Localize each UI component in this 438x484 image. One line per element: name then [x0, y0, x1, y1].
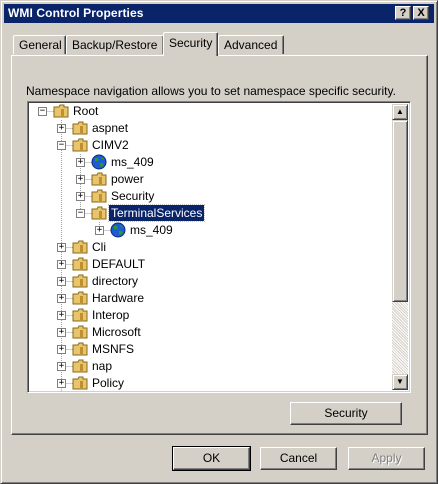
tree-node-label: Root: [73, 104, 99, 118]
tree-node[interactable]: + aspnet: [28, 120, 394, 137]
tree-node[interactable]: + power: [28, 171, 394, 188]
folder-icon: [90, 188, 108, 204]
tree-node[interactable]: + MSNFS: [28, 341, 394, 358]
folder-icon: [90, 171, 108, 187]
expand-toggle-icon[interactable]: +: [57, 294, 66, 303]
expand-toggle-icon[interactable]: +: [95, 226, 104, 235]
expand-toggle-icon[interactable]: +: [57, 328, 66, 337]
security-tab-panel: Namespace navigation allows you to set n…: [11, 55, 428, 435]
tree-node-label-selected: TerminalServices: [107, 204, 206, 222]
dialog-window: WMI Control Properties ? X General Backu…: [0, 0, 438, 484]
tree-node-label: ms_409: [111, 155, 154, 169]
globe-icon: [90, 154, 108, 170]
tree-node-label: DEFAULT: [92, 257, 146, 271]
tree-node[interactable]: + Security: [28, 188, 394, 205]
folder-icon: [90, 205, 108, 221]
expand-toggle-icon[interactable]: +: [76, 158, 85, 167]
security-button[interactable]: Security: [290, 402, 402, 425]
scroll-thumb[interactable]: [392, 120, 408, 302]
expand-toggle-icon[interactable]: +: [76, 192, 85, 201]
tab-security-label: Security: [169, 36, 213, 50]
tree-node[interactable]: + DEFAULT: [28, 256, 394, 273]
tab-general[interactable]: General: [13, 35, 66, 54]
tree-node-label: Cli: [92, 240, 106, 254]
tree-node[interactable]: + Interop: [28, 307, 394, 324]
tree-node[interactable]: + Hardware: [28, 290, 394, 307]
folder-icon: [71, 324, 89, 340]
tab-advanced-label: Advanced: [224, 38, 278, 52]
tree-node[interactable]: − TerminalServices: [28, 204, 394, 222]
folder-icon: [71, 307, 89, 323]
tab-general-label: General: [19, 38, 62, 52]
tree-node[interactable]: + Microsoft: [28, 324, 394, 341]
folder-icon: [71, 341, 89, 357]
folder-icon: [71, 273, 89, 289]
collapse-toggle-icon[interactable]: −: [38, 107, 47, 116]
tab-security[interactable]: Security: [163, 32, 218, 56]
expand-toggle-icon[interactable]: +: [76, 175, 85, 184]
folder-icon: [71, 290, 89, 306]
folder-icon: [71, 256, 89, 272]
tree-node-label: nap: [92, 359, 113, 373]
tree-node-label: Policy: [92, 376, 125, 390]
collapse-toggle-icon[interactable]: −: [76, 209, 85, 218]
tree-node[interactable]: − CIMV2: [28, 137, 394, 154]
tab-backup-restore[interactable]: Backup/Restore: [66, 35, 164, 54]
apply-button: Apply: [348, 447, 425, 470]
tree-node-label: directory: [92, 274, 139, 288]
expand-toggle-icon[interactable]: +: [57, 243, 66, 252]
folder-icon: [71, 375, 89, 391]
globe-icon: [109, 222, 127, 238]
vertical-scrollbar[interactable]: ▲ ▼: [392, 104, 408, 390]
tree-node-label: Hardware: [92, 291, 145, 305]
window-title: WMI Control Properties: [8, 6, 144, 20]
tab-backup-restore-label: Backup/Restore: [72, 38, 158, 52]
folder-icon: [71, 120, 89, 136]
expand-toggle-icon[interactable]: +: [57, 345, 66, 354]
expand-toggle-icon[interactable]: +: [57, 260, 66, 269]
title-bar[interactable]: WMI Control Properties ? X: [4, 4, 434, 23]
close-button[interactable]: X: [413, 6, 429, 20]
tab-advanced[interactable]: Advanced: [218, 35, 284, 54]
tree-node[interactable]: + Cli: [28, 239, 394, 256]
scroll-up-button[interactable]: ▲: [392, 104, 408, 120]
tree-node-label: aspnet: [92, 121, 129, 135]
tree-node[interactable]: + Policy: [28, 375, 394, 392]
tree-node-label: MSNFS: [92, 342, 134, 356]
help-button[interactable]: ?: [395, 6, 411, 20]
tree-node[interactable]: + directory: [28, 273, 394, 290]
expand-toggle-icon[interactable]: +: [57, 362, 66, 371]
folder-icon: [71, 239, 89, 255]
tree-node-label: power: [111, 172, 144, 186]
tree-node-label: Interop: [92, 308, 130, 322]
folder-icon: [71, 358, 89, 374]
tree-node-label: ms_409: [130, 223, 173, 237]
tree-node-label: Security: [111, 189, 155, 203]
cancel-button[interactable]: Cancel: [260, 447, 337, 470]
namespace-tree[interactable]: − Root + aspnet − CIMV2 + ms_409 + power + Security…: [27, 101, 411, 393]
expand-toggle-icon[interactable]: +: [57, 311, 66, 320]
tree-node[interactable]: − Root: [28, 103, 394, 120]
tree-node[interactable]: + ms_409: [28, 154, 394, 171]
down-arrow-icon: ▼: [396, 377, 404, 386]
scroll-down-button[interactable]: ▼: [392, 374, 408, 390]
expand-toggle-icon[interactable]: +: [57, 124, 66, 133]
tree-node-label: Microsoft: [92, 325, 141, 339]
expand-toggle-icon[interactable]: +: [57, 379, 66, 388]
ok-button[interactable]: OK: [172, 446, 251, 471]
tree-node-label: CIMV2: [92, 138, 129, 152]
tree-node[interactable]: + ms_409: [28, 222, 394, 239]
folder-icon: [71, 137, 89, 153]
namespace-description: Namespace navigation allows you to set n…: [26, 84, 396, 98]
collapse-toggle-icon[interactable]: −: [57, 141, 66, 150]
expand-toggle-icon[interactable]: +: [57, 277, 66, 286]
folder-icon: [52, 103, 70, 119]
tree-node[interactable]: + nap: [28, 358, 394, 375]
up-arrow-icon: ▲: [396, 107, 404, 116]
